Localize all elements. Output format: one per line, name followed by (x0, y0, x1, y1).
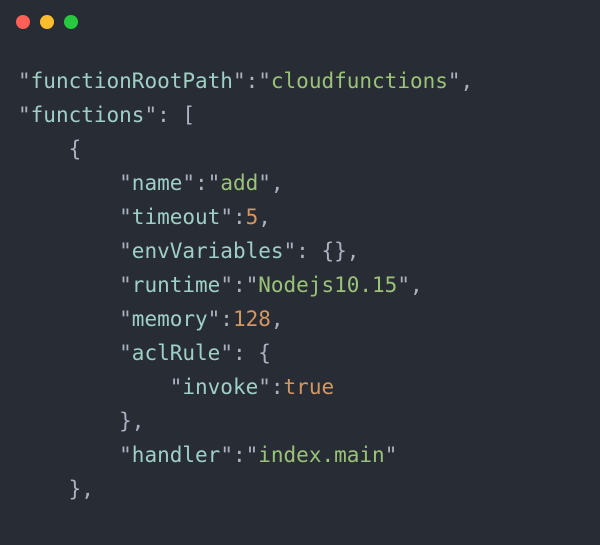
json-key: functions (31, 103, 145, 127)
json-string: Nodejs10.15 (258, 273, 397, 297)
json-number: 5 (246, 205, 259, 229)
json-number: 128 (233, 307, 271, 331)
json-key: timeout (132, 205, 221, 229)
window-close-button[interactable] (16, 15, 30, 29)
titlebar (0, 0, 600, 44)
json-boolean: true (284, 375, 335, 399)
json-key: memory (132, 307, 208, 331)
json-key: functionRootPath (31, 69, 233, 93)
window-minimize-button[interactable] (40, 15, 54, 29)
json-key: aclRule (132, 341, 221, 365)
json-key: handler (132, 443, 221, 467)
json-key: name (132, 171, 183, 195)
json-key: invoke (182, 375, 258, 399)
json-string: add (220, 171, 258, 195)
window-maximize-button[interactable] (64, 15, 78, 29)
json-string: index.main (258, 443, 384, 467)
code-editor[interactable]: "functionRootPath":"cloudfunctions", "fu… (0, 44, 600, 506)
json-key: runtime (132, 273, 221, 297)
json-key: envVariables (132, 239, 284, 263)
json-string: cloudfunctions (271, 69, 448, 93)
